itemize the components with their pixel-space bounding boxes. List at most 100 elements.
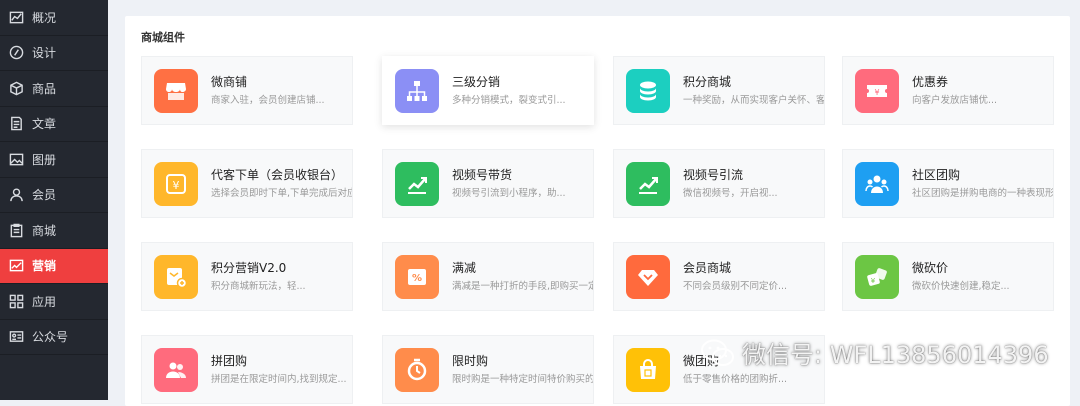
clipboard-icon [8, 222, 24, 238]
component-card[interactable]: 拼团购拼团是在限定时间内,找到规定... [141, 335, 353, 404]
card-title: 满减 [452, 260, 477, 275]
box-icon [8, 80, 24, 96]
sidebar-item-label: 图册 [32, 152, 57, 167]
component-card[interactable]: ¥ 代客下单（会员收银台） 选择会员即时下单,下单完成后对应会 [141, 149, 353, 218]
sidebar-item-4[interactable]: 图册 [0, 142, 108, 178]
card-title: 微砍价 [912, 260, 949, 275]
sidebar-item-label: 应用 [32, 294, 57, 309]
svg-text:%: % [412, 273, 422, 284]
card-text: 会员商城不同会员级别不同定价... [683, 260, 787, 294]
card-text: 满减满减是一种打折的手段,即购买一定 [452, 260, 593, 294]
card-desc: 选择会员即时下单,下单完成后对应会 [211, 187, 352, 199]
card-desc: 商家入驻，会员创建店铺... [211, 94, 325, 106]
card-text: 拼团购拼团是在限定时间内,找到规定... [211, 353, 347, 387]
card-text: 社区团购社区团购是拼购电商的一种表现形 [912, 167, 1053, 201]
sidebar-item-6[interactable]: 商城 [0, 213, 108, 249]
card-desc: 积分商城新玩法，轻... [211, 280, 306, 292]
card-desc: 社区团购是拼购电商的一种表现形 [912, 187, 1053, 199]
id-card-icon [8, 329, 24, 345]
card-title: 代客下单（会员收银台） [211, 167, 344, 182]
document-icon [8, 116, 24, 132]
component-card[interactable]: 三级分销 多种分销模式，裂变式引... [382, 56, 594, 125]
sidebar-item-3[interactable]: 文章 [0, 107, 108, 142]
image-icon [8, 151, 24, 167]
sidebar-item-label: 文章 [32, 117, 57, 132]
card-text: 微商铺商家入驻，会员创建店铺... [211, 74, 325, 108]
card-title: 会员商城 [683, 260, 732, 275]
sidebar-item-1[interactable]: 设计 [0, 36, 108, 71]
watermark-text: 微信号: WFL13856014396 [742, 341, 1049, 369]
component-card[interactable]: 积分商城一种奖励，从而实现客户关怀、客 [613, 56, 825, 125]
card-title: 视频号带货 [452, 167, 513, 182]
component-card[interactable]: 社区团购社区团购是拼购电商的一种表现形 [842, 149, 1054, 218]
card-text: 视频号引流微信视频号，开启视... [683, 167, 778, 201]
sidebar-item-5[interactable]: 会员 [0, 178, 108, 213]
card-desc: 微砍价快速创建,稳定... [912, 280, 1010, 292]
card-text: 三级分销 多种分销模式，裂变式引... [452, 74, 566, 108]
component-card[interactable]: 视频号带货视频号引流到小程序，助... [382, 149, 594, 218]
card-title: 微商铺 [211, 74, 248, 89]
watermark: 微信号: WFL13856014396 [700, 335, 1049, 370]
component-card[interactable]: % 满减满减是一种打折的手段,即购买一定 [382, 242, 594, 311]
card-title: 积分商城 [683, 74, 732, 89]
sidebar-item-2[interactable]: 商品 [0, 71, 108, 107]
palette-icon [8, 45, 24, 61]
coins-icon [626, 68, 670, 113]
group-icon [154, 347, 198, 392]
component-card[interactable]: ¥ 微砍价微砍价快速创建,稳定... [842, 242, 1054, 311]
sidebar: 概况设计商品文章图册会员商城营销应用公众号 [0, 0, 108, 400]
user-icon [8, 187, 24, 203]
chart-line-icon [8, 9, 24, 25]
svg-text:¥: ¥ [874, 88, 879, 97]
bargain-icon: ¥ [855, 254, 899, 299]
card-desc: 视频号引流到小程序，助... [452, 187, 566, 199]
sidebar-item-0[interactable]: 概况 [0, 0, 108, 36]
cashier-icon: ¥ [154, 161, 198, 206]
sidebar-item-label: 会员 [32, 188, 57, 203]
card-title: 限时购 [452, 353, 489, 368]
component-card[interactable]: ¥ 优惠券向客户发放店铺优... [842, 56, 1054, 125]
growth-chart-icon [395, 161, 439, 206]
card-text: 限时购 限时购是一种特定时间特价购买的 [452, 353, 593, 387]
component-card[interactable]: 视频号引流微信视频号，开启视... [613, 149, 825, 218]
bag-icon [626, 347, 670, 392]
section-title: 商城组件 [141, 31, 185, 44]
card-title: 积分营销V2.0 [211, 260, 287, 275]
component-card[interactable]: 微商铺商家入驻，会员创建店铺... [141, 56, 353, 125]
card-desc: 满减是一种打折的手段,即购买一定 [452, 280, 593, 292]
grid-icon [8, 293, 24, 309]
card-title: 优惠券 [912, 74, 949, 89]
card-desc: 向客户发放店铺优... [912, 94, 998, 106]
points-icon [154, 254, 198, 299]
sidebar-item-label: 概况 [32, 10, 57, 25]
component-card[interactable]: 限时购 限时购是一种特定时间特价购买的 [382, 335, 594, 404]
card-title: 视频号引流 [683, 167, 744, 182]
sidebar-item-9[interactable]: 公众号 [0, 320, 108, 355]
sidebar-item-8[interactable]: 应用 [0, 284, 108, 320]
card-text: 优惠券向客户发放店铺优... [912, 74, 997, 108]
timer-icon [395, 347, 439, 392]
community-icon [855, 161, 899, 206]
component-card[interactable]: 积分营销V2.0 积分商城新玩法，轻... [141, 242, 353, 311]
sidebar-item-label: 设计 [32, 46, 57, 61]
card-title: 社区团购 [912, 167, 961, 182]
svg-text:¥: ¥ [173, 179, 180, 192]
card-text: 微砍价微砍价快速创建,稳定... [912, 260, 1010, 294]
wechat-icon [701, 339, 734, 366]
card-desc: 微信视频号，开启视... [683, 187, 778, 199]
hierarchy-icon [395, 68, 439, 113]
card-title: 拼团购 [211, 353, 248, 368]
component-card[interactable]: 会员商城不同会员级别不同定价... [613, 242, 825, 311]
card-desc: 多种分销模式，裂变式引... [452, 94, 566, 106]
card-text: 视频号带货视频号引流到小程序，助... [452, 167, 566, 201]
card-desc: 一种奖励，从而实现客户关怀、客 [683, 94, 824, 106]
sidebar-item-label: 商城 [32, 223, 57, 238]
card-text: 代客下单（会员收银台） 选择会员即时下单,下单完成后对应会 [211, 167, 352, 201]
sidebar-item-7[interactable]: 营销 [0, 248, 108, 284]
card-desc: 低于零售价格的团购折... [683, 373, 788, 385]
card-text: 积分商城一种奖励，从而实现客户关怀、客 [683, 74, 824, 108]
card-desc: 不同会员级别不同定价... [683, 280, 788, 292]
trend-chart-icon [8, 258, 24, 274]
growth-chart-icon [626, 161, 670, 206]
card-desc: 拼团是在限定时间内,找到规定... [211, 373, 347, 385]
